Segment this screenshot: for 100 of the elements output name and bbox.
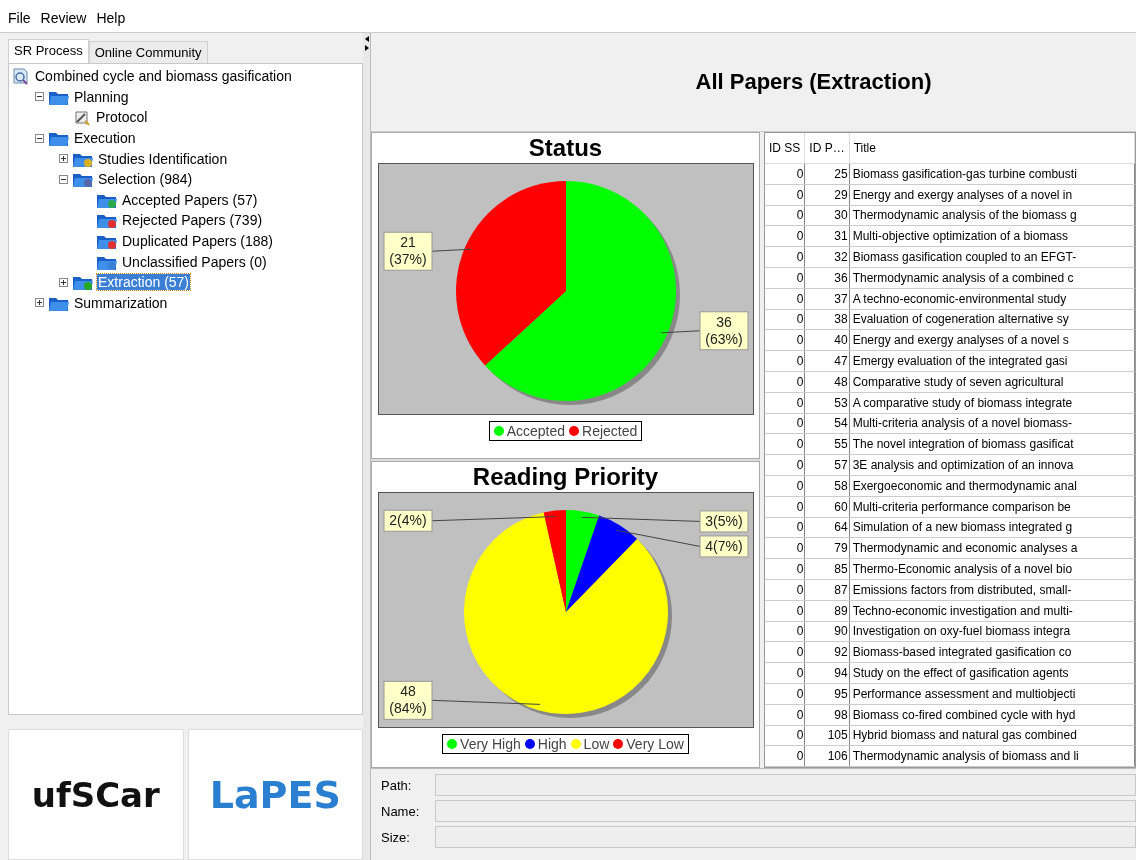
page-title: All Papers (Extraction): [695, 69, 932, 95]
table-cell: 0: [765, 392, 805, 414]
table-cell: 25: [804, 163, 850, 185]
table-cell: 0: [765, 163, 805, 185]
menu-item[interactable]: File: [8, 10, 31, 32]
table-cell: 85: [804, 558, 850, 580]
field-label: Name:: [381, 803, 421, 819]
expand-icon[interactable]: [59, 154, 68, 164]
tree-item[interactable]: Duplicated Papers (188): [121, 233, 274, 250]
input-field[interactable]: [435, 826, 1136, 848]
table-cell: Emergy evaluation of the integrated gasi: [849, 350, 1135, 372]
table-cell: Biomass co-fired combined cycle with hyd: [849, 704, 1135, 725]
tree-item[interactable]: Selection (984): [97, 171, 194, 188]
table-cell: 79: [804, 537, 850, 559]
table-cell: 0: [765, 496, 805, 518]
table-cell: 55: [804, 433, 850, 455]
table-cell: 0: [765, 475, 805, 497]
table-cell: Evaluation of cogeneration alternative sy: [849, 309, 1135, 330]
table-cell: 0: [765, 225, 805, 247]
data-label: 36 (63%): [699, 311, 748, 351]
data-label: 4(7%): [704, 537, 743, 554]
collapse-icon[interactable]: [35, 133, 44, 143]
table-cell: 0: [765, 371, 805, 393]
tree-item[interactable]: Unclassified Papers (0): [121, 253, 268, 270]
collapse-icon[interactable]: [59, 174, 68, 184]
table-cell: 0: [765, 621, 805, 642]
field-label: Path:: [381, 777, 413, 793]
expand-icon[interactable]: [59, 277, 68, 287]
tab[interactable]: SR Process: [8, 39, 89, 63]
tree-item[interactable]: Accepted Papers (57): [121, 191, 259, 208]
table-cell: A comparative study of biomass integrate: [849, 392, 1135, 414]
table-cell: 30: [804, 205, 850, 226]
tree-item[interactable]: Summarization: [73, 294, 169, 311]
tree-item[interactable]: Planning: [73, 88, 130, 105]
table-cell: 0: [765, 725, 805, 746]
chart-title: Status: [528, 133, 603, 163]
table-cell: Investigation on oxy-fuel biomass integra: [849, 621, 1135, 642]
tree-item[interactable]: Rejected Papers (739): [121, 212, 264, 229]
table-cell: Biomass gasification coupled to an EFGT-: [849, 246, 1135, 268]
table-cell: Comparative study of seven agricultural: [849, 371, 1135, 393]
table-cell: The novel integration of biomass gasificat: [849, 433, 1135, 455]
table-cell: Thermo-Economic analysis of a novel bio: [849, 558, 1135, 580]
table-cell: Biomass-based integrated gasification co: [849, 641, 1135, 663]
legend-label: High: [537, 735, 567, 752]
column-header[interactable]: ID P…: [804, 133, 850, 164]
table-cell: Hybrid biomass and natural gas combined: [849, 725, 1135, 746]
leader-line: [431, 248, 471, 252]
chart-title: Reading Priority: [472, 461, 659, 492]
table-cell: Multi-objective optimization of a biomass: [849, 225, 1135, 247]
table-cell: 98: [804, 704, 850, 725]
table-cell: 95: [804, 683, 850, 705]
table-cell: A techno-economic-environmental study: [849, 288, 1135, 310]
collapse-icon[interactable]: [35, 92, 44, 102]
input-field[interactable]: [435, 774, 1136, 796]
tree-item[interactable]: Protocol: [95, 109, 149, 126]
table-cell: 0: [765, 288, 805, 310]
data-label: 2(4%): [388, 512, 427, 529]
legend-label: Very High: [460, 735, 521, 752]
table-cell: 54: [804, 413, 850, 434]
menu-item[interactable]: Review: [40, 10, 87, 32]
data-label: 4(7%): [699, 535, 748, 558]
expand-icon[interactable]: [35, 298, 44, 308]
tree-item[interactable]: Studies Identification: [97, 150, 229, 167]
data-label: 21 (37%): [383, 231, 432, 271]
tab[interactable]: Online Community: [88, 41, 208, 63]
table-cell: 0: [765, 662, 805, 684]
table-cell: 89: [804, 600, 850, 622]
table-cell: 47: [804, 350, 850, 372]
table-cell: 87: [804, 579, 850, 601]
input-field[interactable]: [435, 800, 1136, 822]
table-cell: Energy and exergy analyses of a novel in: [849, 184, 1135, 206]
data-label: 3(5%): [699, 510, 748, 533]
column-header[interactable]: ID SS: [765, 133, 805, 164]
table-cell: 0: [765, 329, 805, 351]
table-cell: Thermodynamic analysis of biomass and li: [849, 745, 1135, 767]
table-cell: 53: [804, 392, 850, 414]
tree-item[interactable]: Combined cycle and biomass gasification: [34, 68, 293, 85]
leader-line: [660, 330, 700, 334]
tree-item[interactable]: Execution: [73, 130, 137, 147]
table-cell: 0: [765, 413, 805, 434]
table-cell: 0: [765, 309, 805, 330]
table-cell: 36: [804, 267, 850, 289]
logo-text: LaPES: [209, 772, 341, 817]
splitter-arrows-icon: [363, 35, 370, 53]
legend-label: Very Low: [626, 735, 684, 752]
column-header[interactable]: Title: [849, 133, 1135, 164]
table-cell: 37: [804, 288, 850, 310]
table-cell: Thermodynamic analysis of the biomass g: [849, 205, 1135, 226]
table-cell: 0: [765, 745, 805, 767]
table-cell: 40: [804, 329, 850, 351]
table-cell: Performance assessment and multiobjecti: [849, 683, 1135, 705]
table-cell: Multi-criteria performance comparison be: [849, 496, 1135, 518]
menu-item[interactable]: Help: [96, 10, 126, 32]
table-cell: 92: [804, 641, 850, 663]
table-cell: Study on the effect of gasification agents: [849, 662, 1135, 684]
tree-item[interactable]: Extraction (57): [97, 274, 191, 291]
table-cell: 0: [765, 184, 805, 206]
table-cell: 29: [804, 184, 850, 206]
table-cell: 0: [765, 267, 805, 289]
table-cell: Exergoeconomic and thermodynamic anal: [849, 475, 1135, 497]
